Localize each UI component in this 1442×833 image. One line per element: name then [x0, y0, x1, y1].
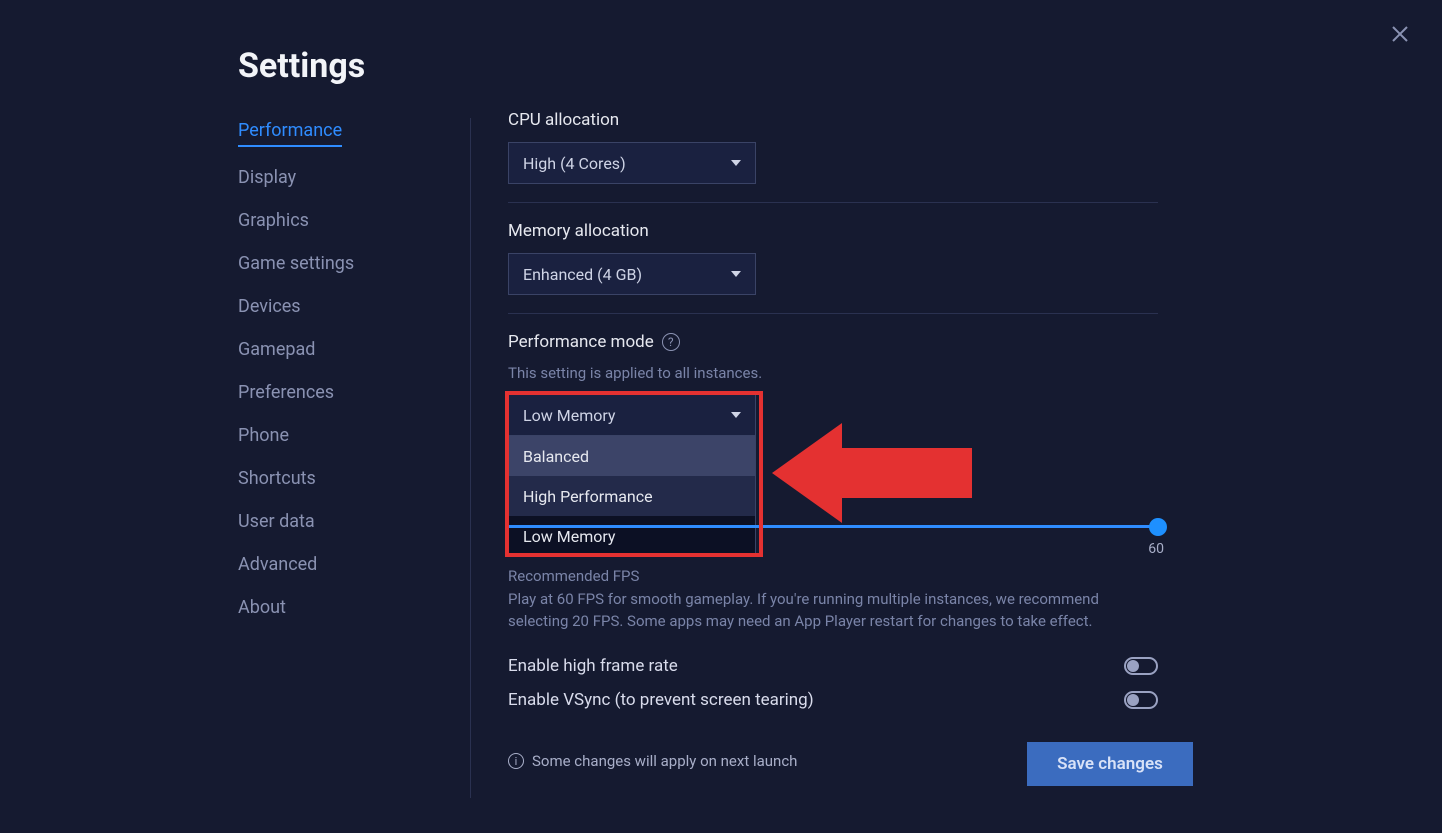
enable-vsync-label: Enable VSync (to prevent screen tearing)	[508, 690, 814, 710]
info-icon: i	[508, 753, 524, 769]
enable-high-frame-rate-toggle[interactable]	[1124, 657, 1158, 675]
sidebar-item-preferences[interactable]: Preferences	[238, 380, 334, 405]
performance-mode-option-high-performance[interactable]: High Performance	[509, 476, 755, 516]
sidebar-item-shortcuts[interactable]: Shortcuts	[238, 466, 316, 491]
help-icon[interactable]: ?	[662, 333, 680, 351]
enable-high-frame-rate-label: Enable high frame rate	[508, 656, 678, 676]
recommended-fps-label: Recommended FPS	[508, 567, 1168, 585]
chevron-down-icon	[731, 271, 741, 277]
sidebar-item-user-data[interactable]: User data	[238, 509, 315, 534]
sidebar-item-devices[interactable]: Devices	[238, 294, 301, 319]
fps-slider-max-label: 60	[1148, 541, 1164, 557]
memory-allocation-value: Enhanced (4 GB)	[523, 265, 642, 284]
divider	[508, 202, 1158, 203]
close-icon	[1391, 25, 1409, 43]
close-button[interactable]	[1388, 22, 1412, 46]
performance-mode-value: Low Memory	[523, 406, 615, 425]
performance-mode-option-balanced[interactable]: Balanced	[509, 436, 755, 476]
cpu-allocation-value: High (4 Cores)	[523, 154, 626, 173]
performance-mode-hint: This setting is applied to all instances…	[508, 364, 1168, 382]
cpu-allocation-label: CPU allocation	[508, 110, 1168, 130]
sidebar-item-game-settings[interactable]: Game settings	[238, 251, 354, 276]
fps-slider-thumb[interactable]	[1149, 518, 1167, 536]
recommended-fps-description: Play at 60 FPS for smooth gameplay. If y…	[508, 589, 1148, 633]
save-changes-button[interactable]: Save changes	[1027, 742, 1193, 786]
memory-allocation-label: Memory allocation	[508, 221, 1168, 241]
enable-vsync-toggle[interactable]	[1124, 691, 1158, 709]
performance-mode-label: Performance mode ?	[508, 332, 1168, 352]
sidebar-item-graphics[interactable]: Graphics	[238, 208, 309, 233]
cpu-allocation-select[interactable]: High (4 Cores)	[508, 142, 756, 184]
sidebar-item-phone[interactable]: Phone	[238, 423, 289, 448]
memory-allocation-select[interactable]: Enhanced (4 GB)	[508, 253, 756, 295]
footer-note: i Some changes will apply on next launch	[508, 752, 797, 770]
chevron-down-icon	[731, 412, 741, 418]
sidebar-item-gamepad[interactable]: Gamepad	[238, 337, 315, 362]
chevron-down-icon	[731, 160, 741, 166]
sidebar-item-advanced[interactable]: Advanced	[238, 552, 317, 577]
page-title: Settings	[238, 46, 365, 86]
sidebar-item-display[interactable]: Display	[238, 165, 296, 190]
fps-slider-track[interactable]	[508, 525, 1158, 528]
sidebar-item-performance[interactable]: Performance	[238, 118, 342, 147]
sidebar-item-about[interactable]: About	[238, 595, 286, 620]
sidebar: Performance Display Graphics Game settin…	[238, 118, 438, 620]
performance-mode-select[interactable]: Low Memory	[508, 394, 756, 436]
divider	[508, 313, 1158, 314]
vertical-divider	[470, 118, 471, 798]
